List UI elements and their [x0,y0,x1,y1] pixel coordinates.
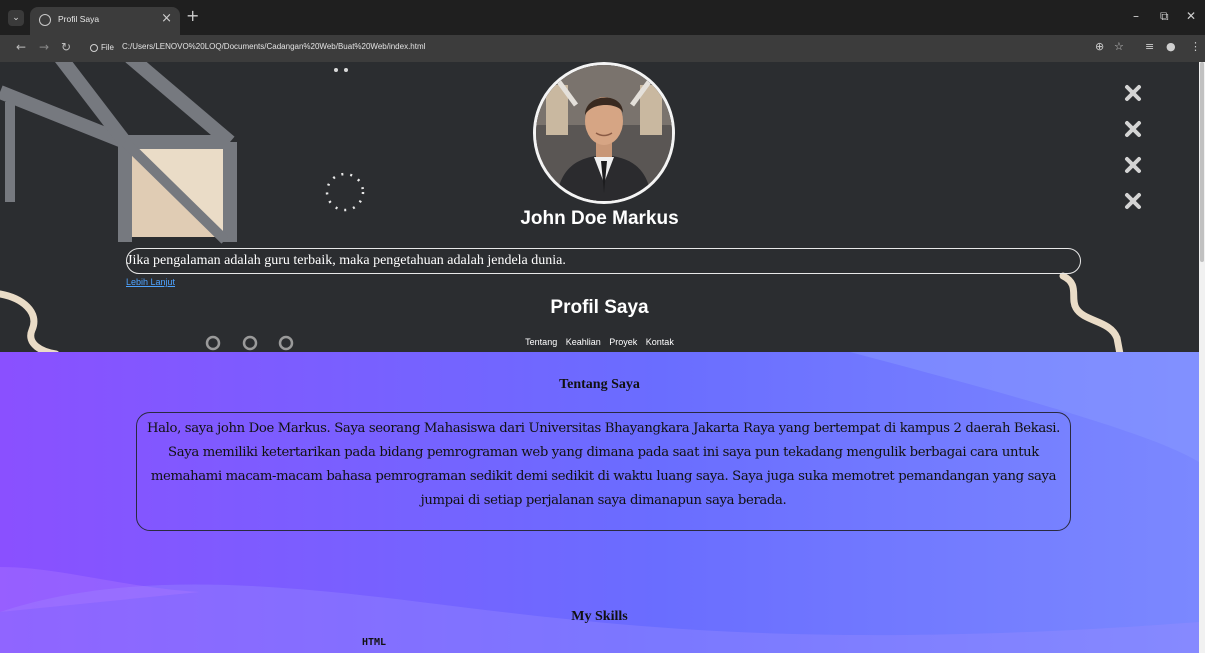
nav-item-keahlian[interactable]: Keahlian [566,337,601,347]
profile-name: John Doe Markus [520,208,679,229]
reload-button[interactable]: ↻ [61,40,71,54]
skills-title: My Skills [571,609,628,624]
reading-list-icon[interactable]: ≡ [1145,40,1154,53]
nav-item-proyek[interactable]: Proyek [609,337,637,347]
nav-item-tentang[interactable]: Tentang [525,337,557,347]
new-tab-button[interactable]: + [186,6,199,25]
browser-toolbar: ← → ↻ File C:/Users/LENOVO%20LOQ/Documen… [0,35,1205,62]
restore-button[interactable]: ⧉ [1160,9,1169,24]
forward-button[interactable]: → [39,40,49,54]
nav-item-kontak[interactable]: Kontak [646,337,674,347]
content-section: Tentang Saya Halo, saya john Doe Markus.… [0,352,1199,653]
browser-tab-bar: ⌄ Profil Saya × + – ⧉ ✕ [0,0,1205,35]
back-button[interactable]: ← [16,40,26,54]
close-window-button[interactable]: ✕ [1186,9,1196,23]
globe-icon [39,14,51,26]
address-bar[interactable]: File C:/Users/LENOVO%20LOQ/Documents/Cad… [84,38,1114,58]
quote-box: Jika pengalaman adalah guru terbaik, mak… [126,248,1081,274]
site-info-chip[interactable]: File [87,41,118,55]
page-title: Profil Saya [550,297,649,318]
url-text[interactable]: C:/Users/LENOVO%20LOQ/Documents/Cadangan… [122,42,425,51]
tab-title: Profil Saya [58,14,100,24]
profile-header: John Doe Markus Jika pengalaman adalah g… [0,62,1199,352]
minimize-button[interactable]: – [1133,9,1139,23]
zoom-icon[interactable]: ⊕ [1095,40,1104,53]
page-viewport: John Doe Markus Jika pengalaman adalah g… [0,62,1199,653]
profile-icon[interactable]: ● [1166,40,1176,53]
page-scrollbar[interactable] [1199,62,1205,653]
tab-close-button[interactable]: × [161,11,172,26]
profile-photo [533,62,675,204]
about-title: Tentang Saya [559,377,640,392]
browser-tab[interactable]: Profil Saya × [30,7,180,35]
skill-label-html: HTML [362,637,387,648]
browser-menu-button[interactable]: ⋮ [1190,40,1201,53]
info-icon [90,44,98,52]
main-nav: Tentang Keahlian Proyek Kontak [0,337,1199,347]
scrollbar-thumb[interactable] [1200,62,1204,262]
about-text: Halo, saya john Doe Markus. Saya seorang… [136,412,1071,531]
file-label: File [101,43,114,52]
tab-search-button[interactable]: ⌄ [8,10,24,26]
read-more-link[interactable]: Lebih Lanjut [126,277,175,287]
bookmark-star-icon[interactable]: ☆ [1114,40,1124,53]
